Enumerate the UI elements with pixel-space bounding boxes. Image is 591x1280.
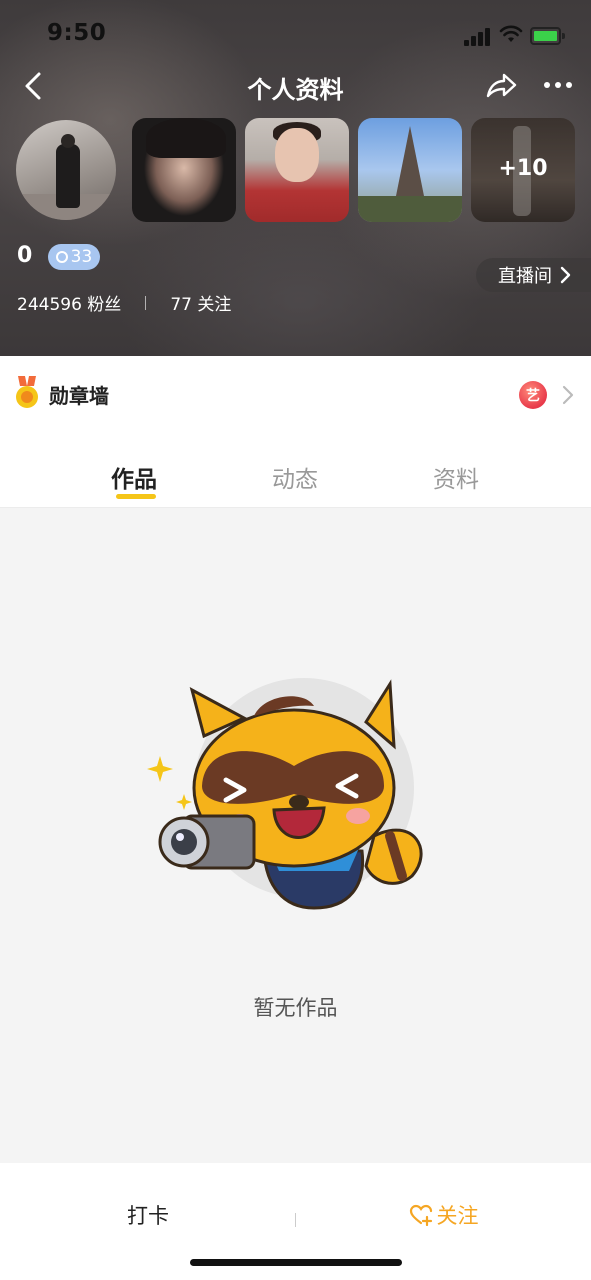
following-count[interactable]: 77 关注	[170, 290, 231, 315]
profile-photo-3[interactable]	[358, 118, 462, 222]
medal-icon	[16, 376, 38, 408]
medal-wall-label: 勋章墙	[49, 384, 109, 408]
profile-photo-2[interactable]	[245, 118, 349, 222]
status-bar: 9:50	[0, 0, 591, 64]
photos-more-count: +10	[498, 156, 548, 181]
battery-icon	[530, 27, 566, 45]
tab-works[interactable]: 作品	[111, 460, 157, 494]
tab-profile-info[interactable]: 资料	[433, 460, 479, 494]
medal-wall-row[interactable]: 勋章墙 艺	[0, 356, 591, 430]
live-room-label: 直播间	[498, 266, 552, 287]
coin-icon	[55, 251, 68, 263]
share-icon[interactable]	[484, 68, 518, 102]
fans-count[interactable]: 244596 粉丝	[17, 290, 121, 315]
tab-indicator	[116, 494, 156, 499]
profile-photo-1[interactable]	[132, 118, 236, 222]
coin-badge: 33	[48, 244, 100, 270]
empty-state-illustration	[147, 678, 423, 910]
profile-header: 9:50 个人资料 +10 0 33 直播间 244596 粉丝 77 关注	[0, 0, 591, 356]
signal-icon	[464, 28, 492, 46]
checkin-label: 打卡	[127, 1204, 169, 1228]
profile-tabs: 作品 动态 资料	[0, 430, 591, 508]
follow-label: 关注	[436, 1204, 479, 1228]
status-time: 9:50	[47, 20, 107, 46]
chevron-right-icon	[560, 266, 571, 284]
stats-divider	[145, 295, 147, 310]
wifi-icon	[499, 25, 523, 42]
more-icon[interactable]	[542, 74, 574, 96]
level-number: 0	[17, 243, 33, 268]
follow-stats: 244596 粉丝 77 关注	[17, 290, 231, 315]
tab-moments[interactable]: 动态	[272, 460, 318, 494]
medal-badge: 艺	[519, 381, 547, 409]
profile-photo-more[interactable]: +10	[471, 118, 575, 222]
home-indicator[interactable]	[190, 1259, 402, 1266]
empty-state-text: 暂无作品	[253, 996, 338, 1020]
follow-button[interactable]: 关注	[296, 1163, 591, 1267]
avatar[interactable]	[16, 120, 116, 220]
checkin-button[interactable]: 打卡	[0, 1163, 296, 1267]
coin-badge-value: 33	[70, 247, 93, 267]
chevron-right-icon	[562, 385, 574, 405]
bottom-action-bar: 打卡 关注	[0, 1163, 591, 1280]
live-room-button[interactable]: 直播间	[476, 258, 591, 292]
heart-plus-icon	[409, 1204, 432, 1226]
